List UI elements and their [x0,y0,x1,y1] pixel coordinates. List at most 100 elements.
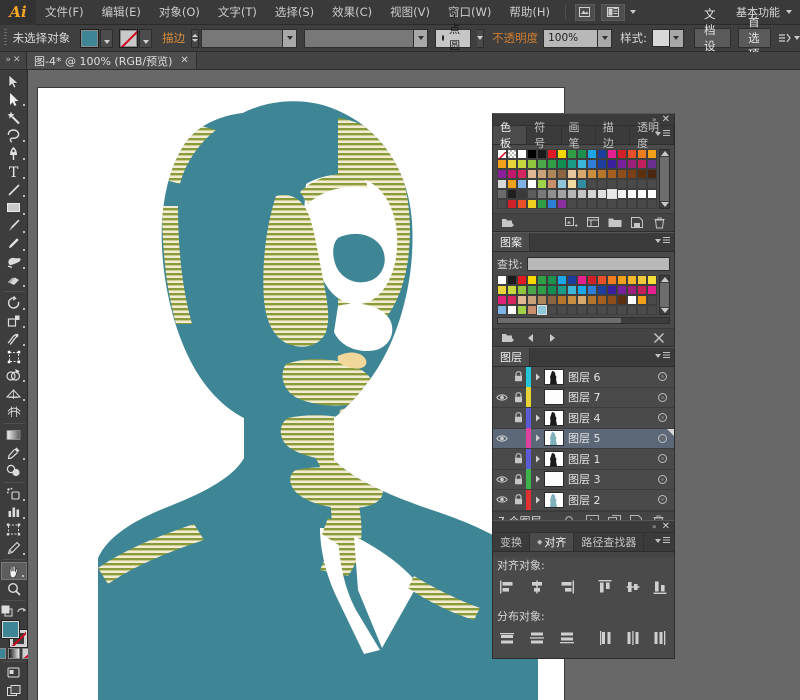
layer-target-icon[interactable] [650,413,674,423]
column-graph-tool[interactable] [1,503,27,521]
gradient-button-icon[interactable] [7,647,20,659]
swatch-cell[interactable] [507,199,517,209]
pattern-cell[interactable] [637,295,647,305]
tab-pattern[interactable]: 图案 [493,233,530,251]
swatch-cell[interactable] [537,169,547,179]
layer-expand-icon[interactable] [531,434,544,442]
lasso-tool[interactable] [1,126,27,144]
align-left-icon[interactable] [499,577,515,597]
pattern-cell[interactable] [627,295,637,305]
stroke-weight-input[interactable] [201,28,284,48]
swatch-cell[interactable] [597,169,607,179]
pattern-hscrollbar[interactable] [497,317,670,324]
gradient-tool[interactable] [1,426,27,444]
pattern-cell[interactable] [537,285,547,295]
distribute-bottom-icon[interactable] [559,628,575,648]
distribute-horizontal-center-icon[interactable] [625,628,640,648]
swatch-cell[interactable] [557,149,567,159]
pattern-cell[interactable] [547,285,557,295]
align-close-icon[interactable]: ✕ [662,521,670,531]
pattern-cell[interactable] [557,285,567,295]
swatches-grid[interactable] [497,149,657,209]
delete-pattern-icon[interactable] [648,330,670,346]
brush-definition-dropdown-icon[interactable] [477,28,485,48]
canvas-area[interactable] [28,70,800,700]
swatch-cell[interactable] [517,189,527,199]
pattern-cell[interactable] [627,285,637,295]
tab-pathfinder[interactable]: 路径查找器 [574,533,645,551]
pattern-cell[interactable] [557,275,567,285]
pattern-cell[interactable] [527,275,537,285]
control-bar-overflow-dropdown-icon[interactable] [794,36,800,40]
tab-align[interactable]: ◆ 对齐 [530,533,575,551]
paintbrush-tool[interactable] [1,217,27,235]
swatch-cell[interactable] [647,169,657,179]
pattern-cell[interactable] [597,285,607,295]
layer-expand-icon[interactable] [531,455,544,463]
scale-tool[interactable] [1,312,27,330]
swatch-cell[interactable] [637,189,647,199]
swatch-cell[interactable] [517,159,527,169]
toolbar-fill-swatch[interactable] [1,620,19,638]
swatch-cell[interactable] [637,179,647,189]
pattern-cell[interactable] [597,295,607,305]
menu-help[interactable]: 帮助(H) [500,0,559,25]
layer-row[interactable]: 图层 6 [493,366,674,388]
direct-selection-tool[interactable] [1,90,27,108]
swatch-cell[interactable] [497,169,507,179]
zoom-tool[interactable] [1,580,27,598]
mesh-tool[interactable] [1,403,27,421]
swatch-cell[interactable] [617,159,627,169]
control-bar-grip[interactable] [4,29,7,47]
eyedropper-tool[interactable] [1,444,27,462]
swatch-cell[interactable] [617,179,627,189]
pattern-cell[interactable] [507,295,517,305]
tab-brushes[interactable]: 画笔 [562,121,596,150]
swatch-cell[interactable] [557,169,567,179]
pattern-cell[interactable] [607,275,617,285]
fill-dropdown-icon[interactable] [100,28,114,48]
layer-row[interactable]: 图层 3 [493,469,674,490]
pattern-cell[interactable] [527,295,537,305]
pencil-tool[interactable] [1,235,27,253]
artboard-tool[interactable] [1,521,27,539]
pattern-cell[interactable] [537,275,547,285]
menu-file[interactable]: 文件(F) [36,0,93,25]
pattern-cell[interactable] [507,275,517,285]
swatch-cell[interactable] [627,179,637,189]
swatch-options-icon[interactable] [582,215,604,231]
swatch-cell[interactable] [557,159,567,169]
next-icon[interactable] [541,330,563,346]
layer-name[interactable]: 图层 5 [568,430,650,446]
pattern-cell[interactable] [607,305,617,315]
layer-lock-icon[interactable] [510,371,526,382]
swatch-cell[interactable] [627,199,637,209]
blend-tool[interactable] [1,462,27,480]
swatch-cell[interactable] [597,179,607,189]
pattern-cell[interactable] [577,285,587,295]
swatch-cell[interactable] [537,189,547,199]
pen-tool[interactable] [1,144,27,162]
pattern-panel-menu-icon[interactable] [655,237,670,244]
bridge-icon[interactable] [574,3,595,21]
swatch-cell[interactable] [507,179,517,189]
pattern-cell[interactable] [567,275,577,285]
swatch-cell[interactable] [547,189,557,199]
pattern-cell[interactable] [537,295,547,305]
pattern-cell[interactable] [637,305,647,315]
distribute-left-icon[interactable] [598,628,613,648]
align-horizontal-center-icon[interactable] [529,577,545,597]
layer-lock-icon[interactable] [510,494,526,505]
swatch-cell[interactable] [527,159,537,169]
swatch-cell[interactable] [567,199,577,209]
swatch-cell[interactable] [647,159,657,169]
brush-definition-box[interactable]: 5 点圆形 [435,8,472,68]
layer-row[interactable]: 图层 4 [493,407,674,429]
shape-builder-tool[interactable] [1,366,27,384]
layer-name[interactable]: 图层 6 [568,369,650,385]
pattern-cell[interactable] [587,295,597,305]
pattern-search-input[interactable] [526,257,670,271]
pattern-cell[interactable] [497,275,507,285]
align-right-icon[interactable] [559,577,575,597]
distribute-right-icon[interactable] [653,628,668,648]
